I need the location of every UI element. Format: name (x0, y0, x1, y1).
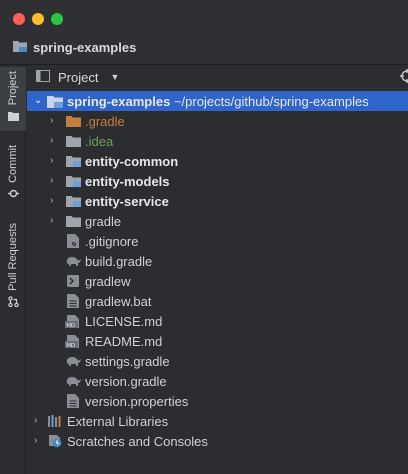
project-view-icon (36, 69, 50, 85)
tree-item-gradlew-bat[interactable]: gradlew.bat (27, 291, 408, 311)
tree-item-entity-models[interactable]: › entity-models (27, 171, 408, 191)
tree-item-version-gradle[interactable]: version.gradle (27, 371, 408, 391)
commit-icon (7, 187, 19, 202)
tree-item-build-gradle[interactable]: build.gradle (27, 251, 408, 271)
item-label: version.properties (85, 393, 189, 409)
markdown-file-icon: MD (65, 333, 81, 349)
item-label: .gradle (85, 113, 125, 129)
text-file-icon (65, 293, 81, 309)
title-bar: spring-examples (0, 0, 408, 64)
tab-project-label: Project (7, 71, 19, 106)
tree-item-gradle[interactable]: › gradle (27, 211, 408, 231)
tree-item-entity-service[interactable]: › entity-service (27, 191, 408, 211)
project-view-title[interactable]: Project (58, 70, 98, 85)
tab-project[interactable]: Project (0, 67, 26, 131)
item-label: entity-models (85, 173, 170, 189)
folder-icon (65, 213, 81, 229)
item-label: settings.gradle (85, 353, 170, 369)
tree-item-gradle-dir[interactable]: › .gradle (27, 111, 408, 131)
item-label: entity-service (85, 193, 169, 209)
item-label: .idea (85, 133, 114, 149)
close-window-button[interactable] (13, 13, 25, 25)
folder-icon (7, 109, 19, 124)
folder-icon (13, 40, 27, 55)
root-path: ~/projects/github/spring-examples (173, 93, 369, 109)
item-label: build.gradle (85, 253, 153, 269)
item-label: gradle (85, 213, 122, 229)
tree-item-idea[interactable]: › .idea (27, 131, 408, 151)
tool-window-strip: Project Commit Pull Requests (0, 65, 26, 474)
tree-item-gradlew[interactable]: gradlew (27, 271, 408, 291)
tree-item-entity-common[interactable]: › entity-common (27, 151, 408, 171)
module-folder-icon (65, 193, 81, 209)
item-label: .gitignore (85, 233, 139, 249)
chevron-right-icon[interactable]: › (50, 216, 60, 226)
module-folder-icon (65, 153, 81, 169)
chevron-right-icon[interactable]: › (50, 196, 60, 206)
markdown-file-icon: MD (65, 313, 81, 329)
shell-script-icon (65, 273, 81, 289)
tree-item-external-libraries[interactable]: › External Libraries (27, 411, 408, 431)
project-panel-header: Project ▼ (27, 65, 408, 89)
minimize-window-button[interactable] (32, 13, 44, 25)
chevron-down-icon[interactable]: ⌄ (34, 96, 44, 106)
item-label: README.md (85, 333, 163, 349)
chevron-right-icon[interactable]: › (50, 156, 60, 166)
item-label: gradlew.bat (85, 293, 152, 309)
chevron-right-icon[interactable]: › (50, 116, 60, 126)
item-label: entity-common (85, 153, 179, 169)
properties-file-icon (65, 393, 81, 409)
module-folder-icon (47, 93, 63, 109)
module-folder-icon (65, 173, 81, 189)
root-name: spring-examples (67, 93, 171, 109)
target-icon[interactable] (400, 69, 408, 86)
project-title: spring-examples (33, 40, 137, 55)
tree-item-settings-gradle[interactable]: settings.gradle (27, 351, 408, 371)
chevron-right-icon[interactable]: › (34, 416, 44, 426)
svg-text:MD: MD (66, 342, 75, 347)
tree-root-spring-examples[interactable]: ⌄ spring-examples ~/projects/github/spri… (27, 91, 408, 111)
gradle-elephant-icon (65, 353, 81, 369)
chevron-down-icon[interactable]: ▼ (110, 72, 119, 82)
gradle-elephant-icon (65, 253, 81, 269)
svg-text:MD: MD (66, 322, 75, 327)
chevron-right-icon[interactable]: › (50, 136, 60, 146)
project-selector[interactable]: spring-examples (13, 40, 136, 55)
tab-commit[interactable]: Commit (0, 145, 26, 205)
tree-item-readme[interactable]: MD README.md (27, 331, 408, 351)
chevron-right-icon[interactable]: › (50, 176, 60, 186)
gradle-elephant-icon (65, 373, 81, 389)
tree-item-version-properties[interactable]: version.properties (27, 391, 408, 411)
item-label: External Libraries (67, 413, 169, 429)
tree-item-gitignore[interactable]: .gitignore (27, 231, 408, 251)
zoom-window-button[interactable] (51, 13, 63, 25)
pull-request-icon (7, 295, 19, 310)
tab-commit-label: Commit (7, 145, 19, 183)
tree-item-license[interactable]: MD LICENSE.md (27, 311, 408, 331)
item-label: gradlew (85, 273, 131, 289)
excluded-folder-icon (65, 113, 81, 129)
gitignore-file-icon (65, 233, 81, 249)
chevron-right-icon[interactable]: › (34, 436, 44, 446)
tree-item-scratches[interactable]: › Scratches and Consoles (27, 431, 408, 451)
tab-pull-requests[interactable]: Pull Requests (0, 223, 26, 315)
item-label: Scratches and Consoles (67, 433, 208, 449)
tab-pull-requests-label: Pull Requests (7, 223, 19, 291)
scratches-icon (47, 433, 63, 449)
item-label: LICENSE.md (85, 313, 163, 329)
libraries-icon (47, 413, 63, 429)
item-label: version.gradle (85, 373, 167, 389)
folder-icon (65, 133, 81, 149)
